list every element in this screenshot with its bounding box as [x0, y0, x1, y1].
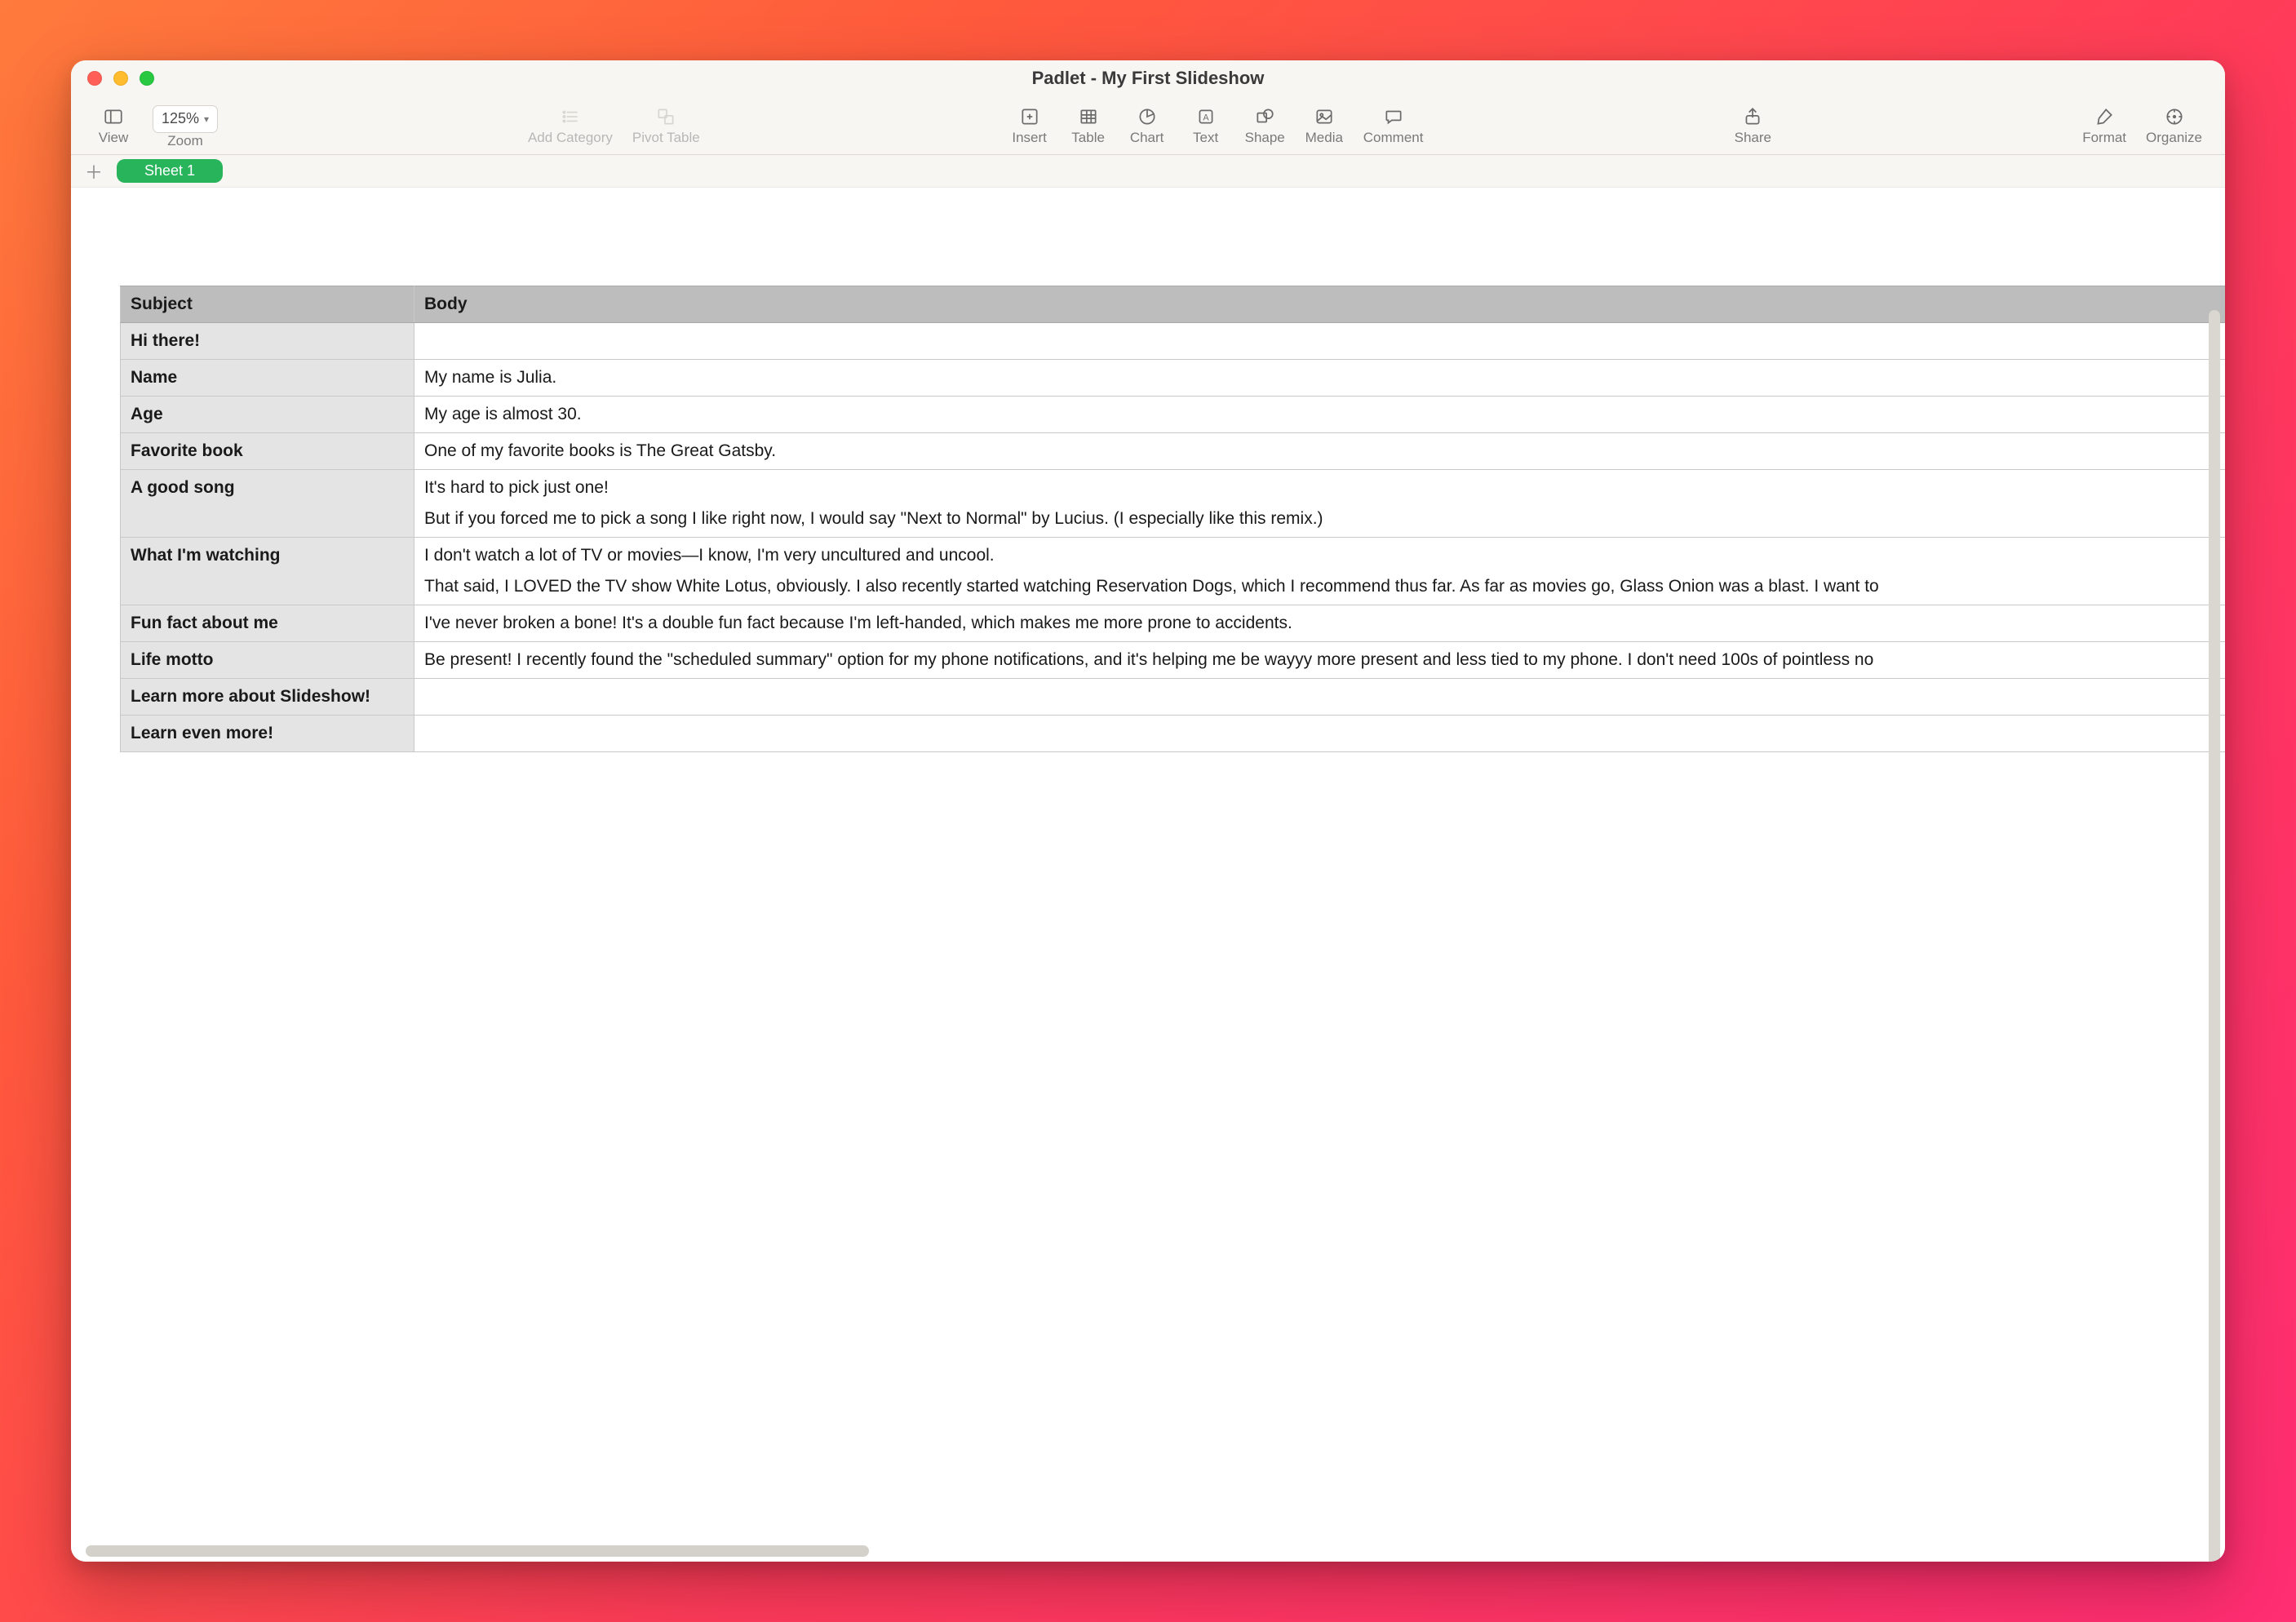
cell-body[interactable]: It's hard to pick just one! But if you fo… — [414, 470, 2226, 538]
table-header-row[interactable]: Subject Body — [121, 286, 2226, 323]
zoom-value: 125% — [162, 110, 199, 127]
cell-subject[interactable]: Learn more about Slideshow! — [121, 679, 414, 716]
header-body[interactable]: Body — [414, 286, 2226, 323]
cell-body-paragraph: I don't watch a lot of TV or movies—I kn… — [424, 546, 2225, 565]
cell-body-paragraph: But if you forced me to pick a song I li… — [424, 509, 2225, 529]
organize-icon — [2164, 105, 2185, 128]
comment-icon — [1383, 105, 1404, 128]
table-row[interactable]: What I'm watching I don't watch a lot of … — [121, 538, 2226, 605]
window-title: Padlet - My First Slideshow — [1032, 68, 1265, 89]
insert-group: Insert Table Chart A Text — [1000, 96, 1434, 154]
pie-chart-icon — [1137, 105, 1158, 128]
brush-icon — [2094, 105, 2115, 128]
cell-body[interactable] — [414, 716, 2226, 752]
zoom-control[interactable]: 125% ▾ Zoom — [143, 96, 228, 154]
toolbar: View 125% ▾ Zoom Add Category — [71, 96, 2225, 155]
cell-body[interactable] — [414, 679, 2226, 716]
svg-text:A: A — [1203, 113, 1209, 122]
category-group: Add Category Pivot Table — [518, 96, 710, 154]
zoom-select[interactable]: 125% ▾ — [153, 105, 218, 133]
sheet-tab-bar: ＋ Sheet 1 — [71, 155, 2225, 188]
chart-button[interactable]: Chart — [1118, 96, 1177, 154]
text-icon: A — [1195, 105, 1217, 128]
insert-button[interactable]: Insert — [1000, 96, 1059, 154]
inspector-group: Format Organize — [2072, 96, 2212, 154]
table-row[interactable]: NameMy name is Julia. — [121, 360, 2226, 397]
plus-icon: ＋ — [85, 158, 103, 184]
cell-subject[interactable]: Learn even more! — [121, 716, 414, 752]
sheet-tab-1[interactable]: Sheet 1 — [117, 159, 223, 183]
media-button[interactable]: Media — [1295, 96, 1354, 154]
vertical-scrollbar[interactable] — [2209, 310, 2220, 1562]
cell-subject[interactable]: Name — [121, 360, 414, 397]
image-icon — [1314, 105, 1335, 128]
cell-body-paragraph: That said, I LOVED the TV show White Lot… — [424, 577, 2225, 596]
table-button[interactable]: Table — [1059, 96, 1118, 154]
table-row[interactable]: AgeMy age is almost 30. — [121, 397, 2226, 433]
table-row[interactable]: Favorite bookOne of my favorite books is… — [121, 433, 2226, 470]
pivot-icon — [655, 105, 676, 128]
share-icon — [1742, 105, 1763, 128]
spreadsheet-canvas[interactable]: Subject Body Hi there!NameMy name is Jul… — [71, 188, 2225, 1562]
cell-subject[interactable]: Life motto — [121, 642, 414, 679]
share-group: Share — [1723, 96, 1782, 154]
cell-body[interactable]: My name is Julia. — [414, 360, 2226, 397]
cell-body[interactable]: I don't watch a lot of TV or movies—I kn… — [414, 538, 2226, 605]
chevron-down-icon: ▾ — [204, 113, 209, 125]
sidebar-icon — [103, 105, 124, 128]
data-table[interactable]: Subject Body Hi there!NameMy name is Jul… — [120, 286, 2225, 752]
table-row[interactable]: Fun fact about meI've never broken a bon… — [121, 605, 2226, 642]
horizontal-scrollbar[interactable] — [86, 1545, 869, 1557]
pivot-table-button: Pivot Table — [623, 96, 710, 154]
cell-subject[interactable]: Hi there! — [121, 323, 414, 360]
format-button[interactable]: Format — [2072, 96, 2136, 154]
add-sheet-button[interactable]: ＋ — [79, 160, 109, 183]
table-row[interactable]: Learn even more! — [121, 716, 2226, 752]
table-row[interactable]: Learn more about Slideshow! — [121, 679, 2226, 716]
fullscreen-window-button[interactable] — [140, 71, 154, 86]
view-button[interactable]: View — [84, 96, 143, 154]
add-category-button: Add Category — [518, 96, 623, 154]
cell-subject[interactable]: What I'm watching — [121, 538, 414, 605]
close-window-button[interactable] — [87, 71, 102, 86]
shape-button[interactable]: Shape — [1235, 96, 1295, 154]
app-window: Padlet - My First Slideshow View 125% ▾ … — [71, 60, 2225, 1562]
share-button[interactable]: Share — [1723, 96, 1782, 154]
cell-body[interactable]: I've never broken a bone! It's a double … — [414, 605, 2226, 642]
cell-body-paragraph: It's hard to pick just one! — [424, 478, 2225, 498]
plus-square-icon — [1019, 105, 1040, 128]
organize-button[interactable]: Organize — [2136, 96, 2212, 154]
text-button[interactable]: A Text — [1177, 96, 1235, 154]
cell-body[interactable]: My age is almost 30. — [414, 397, 2226, 433]
shape-icon — [1254, 105, 1275, 128]
table-icon — [1078, 105, 1099, 128]
window-controls — [87, 71, 154, 86]
table-row[interactable]: A good song It's hard to pick just one! Bu… — [121, 470, 2226, 538]
cell-body[interactable]: One of my favorite books is The Great Ga… — [414, 433, 2226, 470]
cell-subject[interactable]: A good song — [121, 470, 414, 538]
cell-body[interactable]: Be present! I recently found the "schedu… — [414, 642, 2226, 679]
comment-button[interactable]: Comment — [1354, 96, 1434, 154]
titlebar: Padlet - My First Slideshow — [71, 60, 2225, 96]
table-row[interactable]: Hi there! — [121, 323, 2226, 360]
table-row[interactable]: Life mottoBe present! I recently found t… — [121, 642, 2226, 679]
minimize-window-button[interactable] — [113, 71, 128, 86]
cell-subject[interactable]: Fun fact about me — [121, 605, 414, 642]
cell-subject[interactable]: Favorite book — [121, 433, 414, 470]
list-icon — [560, 105, 581, 128]
header-subject[interactable]: Subject — [121, 286, 414, 323]
cell-subject[interactable]: Age — [121, 397, 414, 433]
cell-body[interactable] — [414, 323, 2226, 360]
